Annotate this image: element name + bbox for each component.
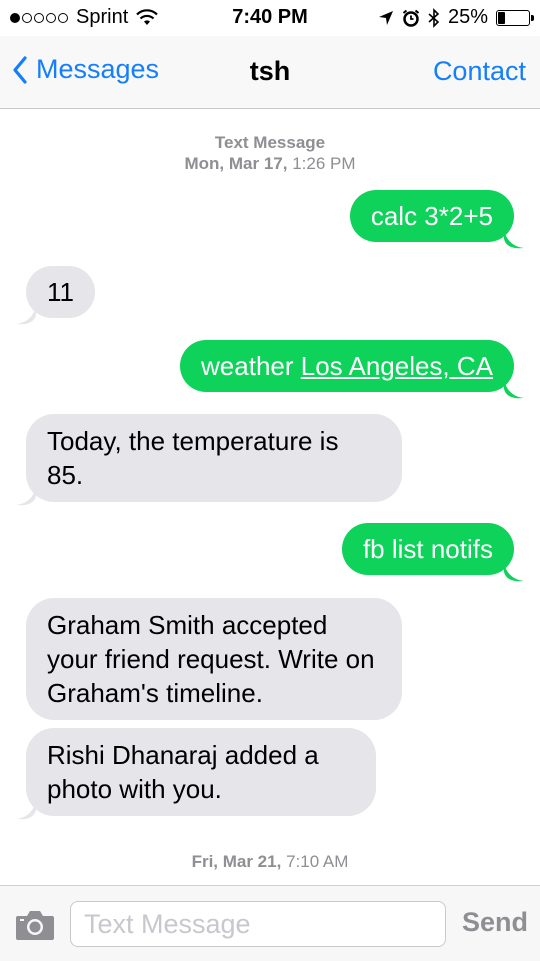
status-right: 25% <box>378 6 534 29</box>
timestamp-header: Text Message Mon, Mar 17, 1:26 PM <box>0 132 540 174</box>
message-text: fb list notifs <box>362 534 493 564</box>
address-link[interactable]: Los Angeles, CA <box>301 351 493 381</box>
timestamp-title: Text Message <box>214 133 326 152</box>
incoming-message[interactable]: 11 <box>26 266 95 318</box>
send-button[interactable]: Send <box>462 907 528 938</box>
alarm-clock-icon <box>402 9 420 27</box>
timestamp-day: Mon, Mar 17, <box>184 154 288 173</box>
incoming-message[interactable]: Rishi Dhanaraj added a photo with you. <box>26 728 376 816</box>
bubble-tail <box>504 562 524 582</box>
contact-button[interactable]: Contact <box>433 56 526 87</box>
message-text: Today, the temperature is 85. <box>47 426 339 490</box>
message-input[interactable] <box>71 902 445 946</box>
bubble-tail <box>16 486 36 506</box>
message-text: 11 <box>47 277 74 307</box>
location-arrow-icon <box>378 10 393 25</box>
timestamp-day: Fri, Mar 21, <box>191 852 282 871</box>
timestamp-time: 7:10 AM <box>286 852 349 871</box>
message-input-field[interactable] <box>70 901 446 947</box>
outgoing-message[interactable]: calc 3*2+5 <box>349 190 514 242</box>
incoming-message[interactable]: Today, the temperature is 85. <box>26 414 402 502</box>
message-text: weather <box>201 351 301 381</box>
compose-bar: Send <box>0 885 540 961</box>
bubble-tail <box>16 305 36 325</box>
battery-percent: 25% <box>447 6 488 28</box>
battery-icon <box>496 9 534 26</box>
nav-bar: Messages tsh Contact <box>0 36 540 109</box>
timestamp-time: 1:26 PM <box>292 154 356 173</box>
outgoing-message[interactable]: weather Los Angeles, CA <box>180 340 514 392</box>
bubble-tail <box>16 800 36 820</box>
message-text: Graham Smith accepted your friend reques… <box>47 610 375 708</box>
message-thread[interactable]: Text Message Mon, Mar 17, 1:26 PM calc 3… <box>0 108 540 885</box>
message-text: Rishi Dhanaraj added a photo with you. <box>47 740 319 804</box>
timestamp-header: Fri, Mar 21, 7:10 AM <box>0 851 540 872</box>
camera-icon[interactable] <box>14 908 56 942</box>
message-text: calc 3*2+5 <box>370 201 493 231</box>
bubble-tail <box>504 379 524 399</box>
status-bar: Sprint 7:40 PM 25% <box>0 0 540 36</box>
bluetooth-icon <box>428 7 440 28</box>
bubble-tail <box>504 229 524 249</box>
outgoing-message[interactable]: fb list notifs <box>341 523 514 575</box>
incoming-message[interactable]: Graham Smith accepted your friend reques… <box>26 598 402 720</box>
